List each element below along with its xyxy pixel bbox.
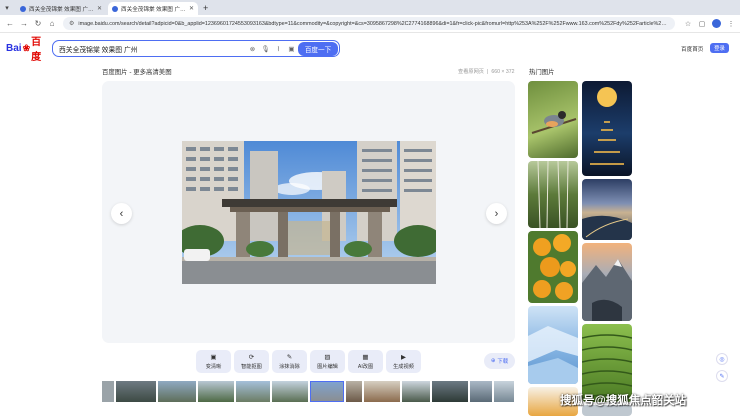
hot-image-bird[interactable] xyxy=(528,81,578,158)
thumbnail[interactable] xyxy=(236,381,270,402)
tool-video-button[interactable]: ▶ 生成视频 xyxy=(386,350,421,373)
menu-dots-icon[interactable]: ⋮ xyxy=(724,20,738,28)
site-info-icon[interactable]: ⚙ xyxy=(69,20,74,27)
attachment-icon[interactable]: ⌇ xyxy=(272,45,285,53)
tool-erase-button[interactable]: ✎ 涂抹消除 xyxy=(272,350,307,373)
thumbnail[interactable] xyxy=(346,381,362,402)
close-tab-icon[interactable]: ✕ xyxy=(189,5,194,12)
thumbnail[interactable] xyxy=(432,381,468,402)
video-icon: ▶ xyxy=(401,353,406,361)
view-source-link[interactable]: 查看原网页 xyxy=(458,69,484,75)
baidu-favicon-icon xyxy=(20,5,26,12)
thumbnail[interactable] xyxy=(198,381,234,402)
microphone-icon[interactable]: 🎙 xyxy=(259,45,272,53)
search-input[interactable]: 西关全茂锦棠 效果图 广州 xyxy=(59,44,246,54)
download-icon: ⊕ xyxy=(490,358,496,364)
tool-label: AI改图 xyxy=(357,363,374,370)
ai-edit-icon: ▦ xyxy=(362,353,369,361)
thumbnail-strip xyxy=(102,381,515,402)
image-edit-icon: ▨ xyxy=(324,353,331,361)
search-box: 西关全茂锦棠 效果图 广州 ⊗ 🎙 ⌇ ▣ 百度一下 xyxy=(52,40,340,57)
image-meta: 查看原网页 | 660 × 372 xyxy=(458,69,515,75)
extensions-icon[interactable]: ▢ xyxy=(695,20,709,28)
hot-images-title: 热门图片 xyxy=(529,69,555,76)
main-image[interactable] xyxy=(182,141,436,284)
watermark-text: 搜狐号@搜狐焦点韶关站 xyxy=(560,395,687,407)
hot-image-mountain[interactable] xyxy=(582,243,632,321)
thumbnail[interactable] xyxy=(158,381,196,402)
profile-avatar[interactable] xyxy=(712,19,721,28)
browser-toolbar: ← → ↻ ⌂ ⚙ image.baidu.com/search/detail?… xyxy=(0,15,740,33)
viewer-title: 百度图片 - 更多高清美图 xyxy=(102,69,172,76)
thumbnail[interactable] xyxy=(102,381,114,402)
address-url: image.baidu.com/search/detail?adpicid=0&… xyxy=(78,20,669,27)
bookmark-star-icon[interactable]: ☆ xyxy=(681,20,695,28)
image-dimensions: 660 × 372 xyxy=(491,69,515,75)
download-label: 下载 xyxy=(497,359,509,365)
thumbnail[interactable] xyxy=(364,381,400,402)
tab-search-icon[interactable]: ▾ xyxy=(0,0,14,15)
erase-brush-icon: ✎ xyxy=(286,353,293,361)
tool-enhance-button[interactable]: ▣ 变清晰 xyxy=(196,350,231,373)
hot-image-ice[interactable] xyxy=(528,306,578,384)
address-bar[interactable]: ⚙ image.baidu.com/search/detail?adpicid=… xyxy=(63,17,675,30)
assistant-icon[interactable]: ◎ xyxy=(716,353,728,365)
new-tab-icon[interactable]: + xyxy=(203,3,208,13)
browser-tab-title: 西关全茂锦棠 效果图 广州 百度图 xyxy=(121,6,186,13)
paw-icon: ❀ xyxy=(22,42,31,53)
browser-tab-2[interactable]: 西关全茂锦棠 效果图 广州 百度图 ✕ xyxy=(108,2,198,15)
tool-edit-button[interactable]: ▨ 图片编辑 xyxy=(310,350,345,373)
baidu-logo[interactable]: Bai ❀ 百度 xyxy=(6,37,46,63)
back-icon[interactable]: ← xyxy=(3,19,17,28)
close-tab-icon[interactable]: ✕ xyxy=(97,5,102,12)
image-viewer: ‹ › xyxy=(102,81,515,343)
thumbnail[interactable] xyxy=(116,381,156,402)
thumbnail[interactable] xyxy=(272,381,308,402)
tool-label: 涂抹消除 xyxy=(279,363,300,370)
baidu-home-link[interactable]: 百度首页 xyxy=(681,45,703,53)
previous-image-button[interactable]: ‹ xyxy=(111,203,132,224)
forward-icon[interactable]: → xyxy=(17,19,31,28)
hot-image-bamboo[interactable] xyxy=(528,161,578,228)
feedback-pen-icon[interactable]: ✎ xyxy=(716,370,728,382)
baidu-header: Bai ❀ 百度 西关全茂锦棠 效果图 广州 ⊗ 🎙 ⌇ ▣ 百度一下 百度首页 登… xyxy=(0,33,740,63)
clear-icon[interactable]: ⊗ xyxy=(246,45,259,53)
tool-ai-edit-button[interactable]: ▦ AI改图 xyxy=(348,350,383,373)
tool-cutout-button[interactable]: ⟳ 智能抠图 xyxy=(234,350,269,373)
thumbnail[interactable] xyxy=(494,381,514,402)
cutout-icon: ⟳ xyxy=(248,353,255,361)
browser-tab-bar: ▾ 西关全茂锦棠 效果图 广州_百度图 ✕ 西关全茂锦棠 效果图 广州 百度图 … xyxy=(0,0,740,15)
tool-label: 变清晰 xyxy=(205,363,222,370)
tool-label: 生成视频 xyxy=(393,363,414,370)
reload-icon[interactable]: ↻ xyxy=(31,19,45,28)
hot-image-coast-road[interactable] xyxy=(582,179,632,240)
home-icon[interactable]: ⌂ xyxy=(45,19,59,28)
thumbnail-selected[interactable] xyxy=(310,381,344,402)
browser-tab-title: 西关全茂锦棠 效果图 广州_百度图 xyxy=(29,6,94,13)
tool-label: 图片编辑 xyxy=(317,363,338,370)
baidu-favicon-icon xyxy=(112,5,118,12)
search-button[interactable]: 百度一下 xyxy=(298,41,338,56)
thumbnail[interactable] xyxy=(402,381,430,402)
download-button[interactable]: ⊕ 下载 xyxy=(484,353,515,369)
thumbnail[interactable] xyxy=(470,381,492,402)
image-search-icon[interactable]: ▣ xyxy=(285,45,298,53)
enhance-icon: ▣ xyxy=(210,353,217,361)
login-button[interactable]: 登录 xyxy=(710,43,729,53)
browser-tab-1[interactable]: 西关全茂锦棠 效果图 广州_百度图 ✕ xyxy=(16,2,106,15)
hot-image-tea-field[interactable] xyxy=(582,324,632,402)
next-image-button[interactable]: › xyxy=(486,203,507,224)
tool-label: 智能抠图 xyxy=(241,363,262,370)
hot-image-moon[interactable] xyxy=(582,81,632,176)
hot-image-oranges[interactable] xyxy=(528,231,578,303)
